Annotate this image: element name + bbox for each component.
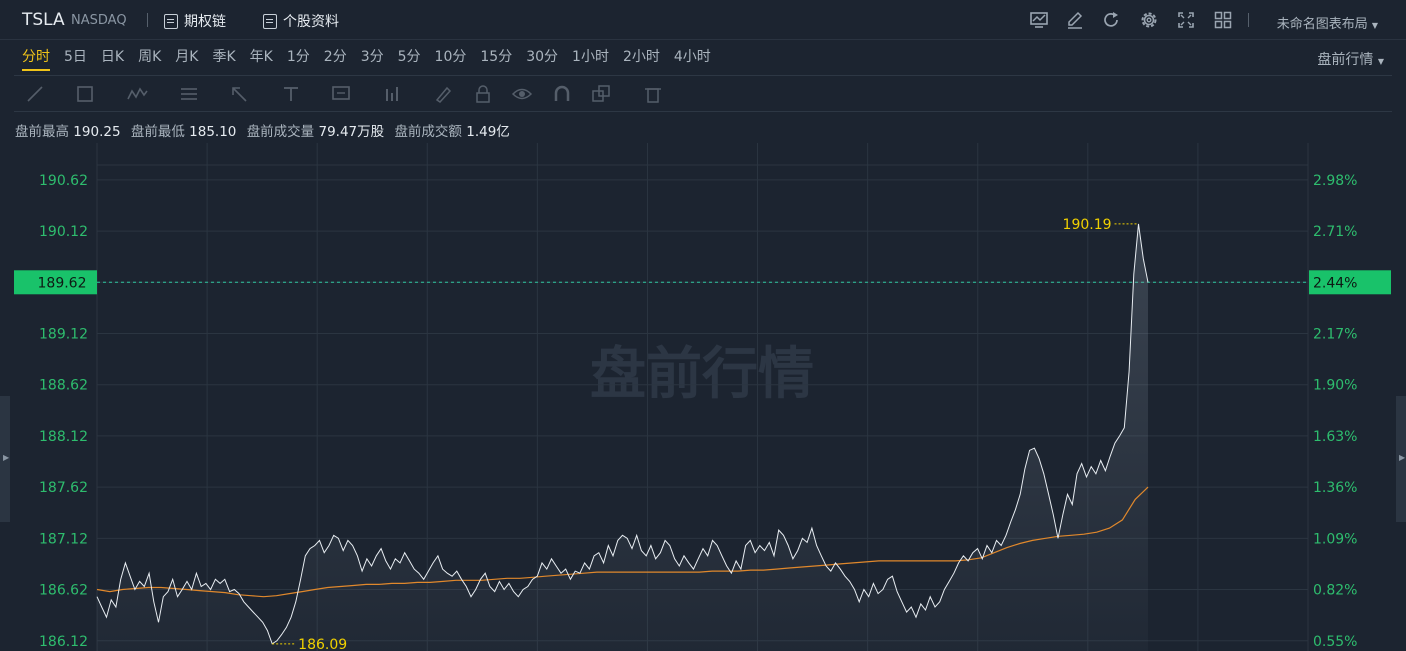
pct-tick-label: 1.90% <box>1313 378 1357 394</box>
copy-icon[interactable] <box>590 83 612 105</box>
divider <box>1248 13 1249 27</box>
y-tick-label: 190.62 <box>39 173 88 189</box>
chart-watermark: 盘前行情 <box>590 342 814 407</box>
eye-icon[interactable] <box>511 83 533 105</box>
y-tick-label: 187.62 <box>39 480 88 496</box>
turnover-value: 1.49亿 <box>466 124 510 140</box>
high-label: 盘前最高 <box>15 124 69 140</box>
tab-period[interactable]: 年K <box>243 40 280 76</box>
min-price-marker: 186.09 <box>298 637 347 651</box>
pct-tick-label: 1.36% <box>1313 480 1357 496</box>
y-tick-label: 188.62 <box>39 378 88 394</box>
tab-period[interactable]: 1小时 <box>565 40 616 76</box>
exchange-label: NASDAQ <box>71 13 127 28</box>
stock-profile-link[interactable]: 个股资料 <box>263 11 339 31</box>
trash-icon[interactable] <box>642 83 664 105</box>
chevron-down-icon: ▼ <box>1377 57 1384 66</box>
price-area <box>97 223 1148 651</box>
rectangle-tool-icon[interactable] <box>74 83 96 105</box>
arrow-tool-icon[interactable] <box>228 83 250 105</box>
chevron-right-icon: ▶ <box>3 453 10 462</box>
magnet-icon[interactable] <box>551 83 573 105</box>
chevron-down-icon: ▼ <box>1371 21 1378 30</box>
pct-tick-label: 1.63% <box>1313 429 1357 445</box>
session-label: 盘前行情 <box>1317 52 1374 68</box>
tab-period[interactable]: 2小时 <box>616 40 667 76</box>
text-tool-icon[interactable] <box>280 83 302 105</box>
pen-edit-icon[interactable] <box>1065 10 1085 30</box>
intraday-chart[interactable]: 盘前行情 190.62 2.98% 190.12 2.71% 189.62 2.44% 18… <box>0 143 1406 651</box>
tab-period[interactable]: 3分 <box>354 40 391 76</box>
current-price-label: 189.62 <box>38 275 87 291</box>
y-tick-label: 187.12 <box>39 531 88 547</box>
top-header: TSLA NASDAQ 期权链 个股资料 未命名图表布局 ▼ <box>0 0 1406 40</box>
bar-tool-icon[interactable] <box>381 83 403 105</box>
chart-series <box>96 223 1149 651</box>
line-tool-icon[interactable] <box>24 83 46 105</box>
chart-monitor-icon[interactable] <box>1029 10 1049 30</box>
tab-period[interactable]: 周K <box>131 40 168 76</box>
gear-icon[interactable] <box>1139 10 1159 30</box>
stock-symbol: TSLA <box>22 10 65 30</box>
y-tick-label: 190.12 <box>39 224 88 240</box>
pct-tick-label: 0.55% <box>1313 634 1357 650</box>
brush-icon[interactable] <box>432 83 454 105</box>
tab-period[interactable]: 30分 <box>519 40 565 76</box>
divider <box>147 13 148 27</box>
tab-period[interactable]: 2分 <box>317 40 354 76</box>
pct-tick-label: 2.98% <box>1313 173 1357 189</box>
drawing-toolbar <box>14 80 714 108</box>
fibonacci-tool-icon[interactable] <box>178 83 200 105</box>
grid-layout-icon[interactable] <box>1213 10 1233 30</box>
fullscreen-icon[interactable] <box>1176 10 1196 30</box>
tab-period[interactable]: 日K <box>94 40 131 76</box>
y-tick-label: 189.12 <box>39 327 88 343</box>
low-value: 185.10 <box>189 124 237 140</box>
divider <box>14 75 1392 76</box>
max-price-marker: 190.19 <box>1063 217 1112 233</box>
refresh-icon[interactable] <box>1101 10 1121 30</box>
volume-label: 盘前成交量 <box>246 124 315 140</box>
callout-tool-icon[interactable] <box>330 83 352 105</box>
volume-value: 79.47万股 <box>318 124 385 140</box>
tab-period[interactable]: 4小时 <box>667 40 718 76</box>
high-value: 190.25 <box>73 124 121 140</box>
low-label: 盘前最低 <box>130 124 185 140</box>
lock-icon[interactable] <box>472 83 494 105</box>
period-tabs: 分时 5日 日K 周K 月K 季K 年K 1分 2分 3分 5分 10分 15分 30分 1小时 2小时 4小时 <box>15 40 718 76</box>
pct-tick-label: 0.82% <box>1313 583 1357 599</box>
left-panel-toggle[interactable]: ▶ <box>0 396 10 522</box>
wave-tool-icon[interactable] <box>126 83 148 105</box>
option-chain-label: 期权链 <box>184 14 226 30</box>
document-icon <box>263 13 277 29</box>
tab-period[interactable]: 15分 <box>473 40 519 76</box>
pct-tick-label: 2.71% <box>1313 224 1357 240</box>
option-chain-icon <box>164 13 178 29</box>
tab-period[interactable]: 月K <box>168 40 205 76</box>
layout-dropdown[interactable]: 未命名图表布局 ▼ <box>1277 13 1378 32</box>
divider <box>14 111 1392 112</box>
turnover-label: 盘前成交额 <box>394 124 462 140</box>
tab-period[interactable]: 10分 <box>428 40 474 76</box>
tab-period[interactable]: 1分 <box>280 40 317 76</box>
tab-period[interactable]: 分时 <box>15 40 57 76</box>
pct-tick-label: 2.17% <box>1313 327 1357 343</box>
layout-label: 未命名图表布局 <box>1276 17 1368 32</box>
option-chain-link[interactable]: 期权链 <box>164 11 226 31</box>
tab-period[interactable]: 5分 <box>391 40 428 76</box>
tab-period[interactable]: 5日 <box>57 40 94 76</box>
tab-period[interactable]: 季K <box>205 40 242 76</box>
pct-tick-label: 1.09% <box>1313 531 1357 547</box>
current-pct-label: 2.44% <box>1313 275 1357 291</box>
right-panel-toggle[interactable]: ▶ <box>1396 396 1406 522</box>
y-tick-label: 186.12 <box>39 634 88 650</box>
y-tick-label: 186.62 <box>39 583 88 599</box>
session-dropdown[interactable]: 盘前行情 ▼ <box>1317 49 1384 69</box>
stock-profile-label: 个股资料 <box>283 14 339 30</box>
y-tick-label: 188.12 <box>39 429 88 445</box>
chevron-right-icon: ▶ <box>1399 453 1406 462</box>
premarket-stats: 盘前最高 190.25 盘前最低 185.10 盘前成交量 79.47万股 盘前… <box>15 120 516 140</box>
